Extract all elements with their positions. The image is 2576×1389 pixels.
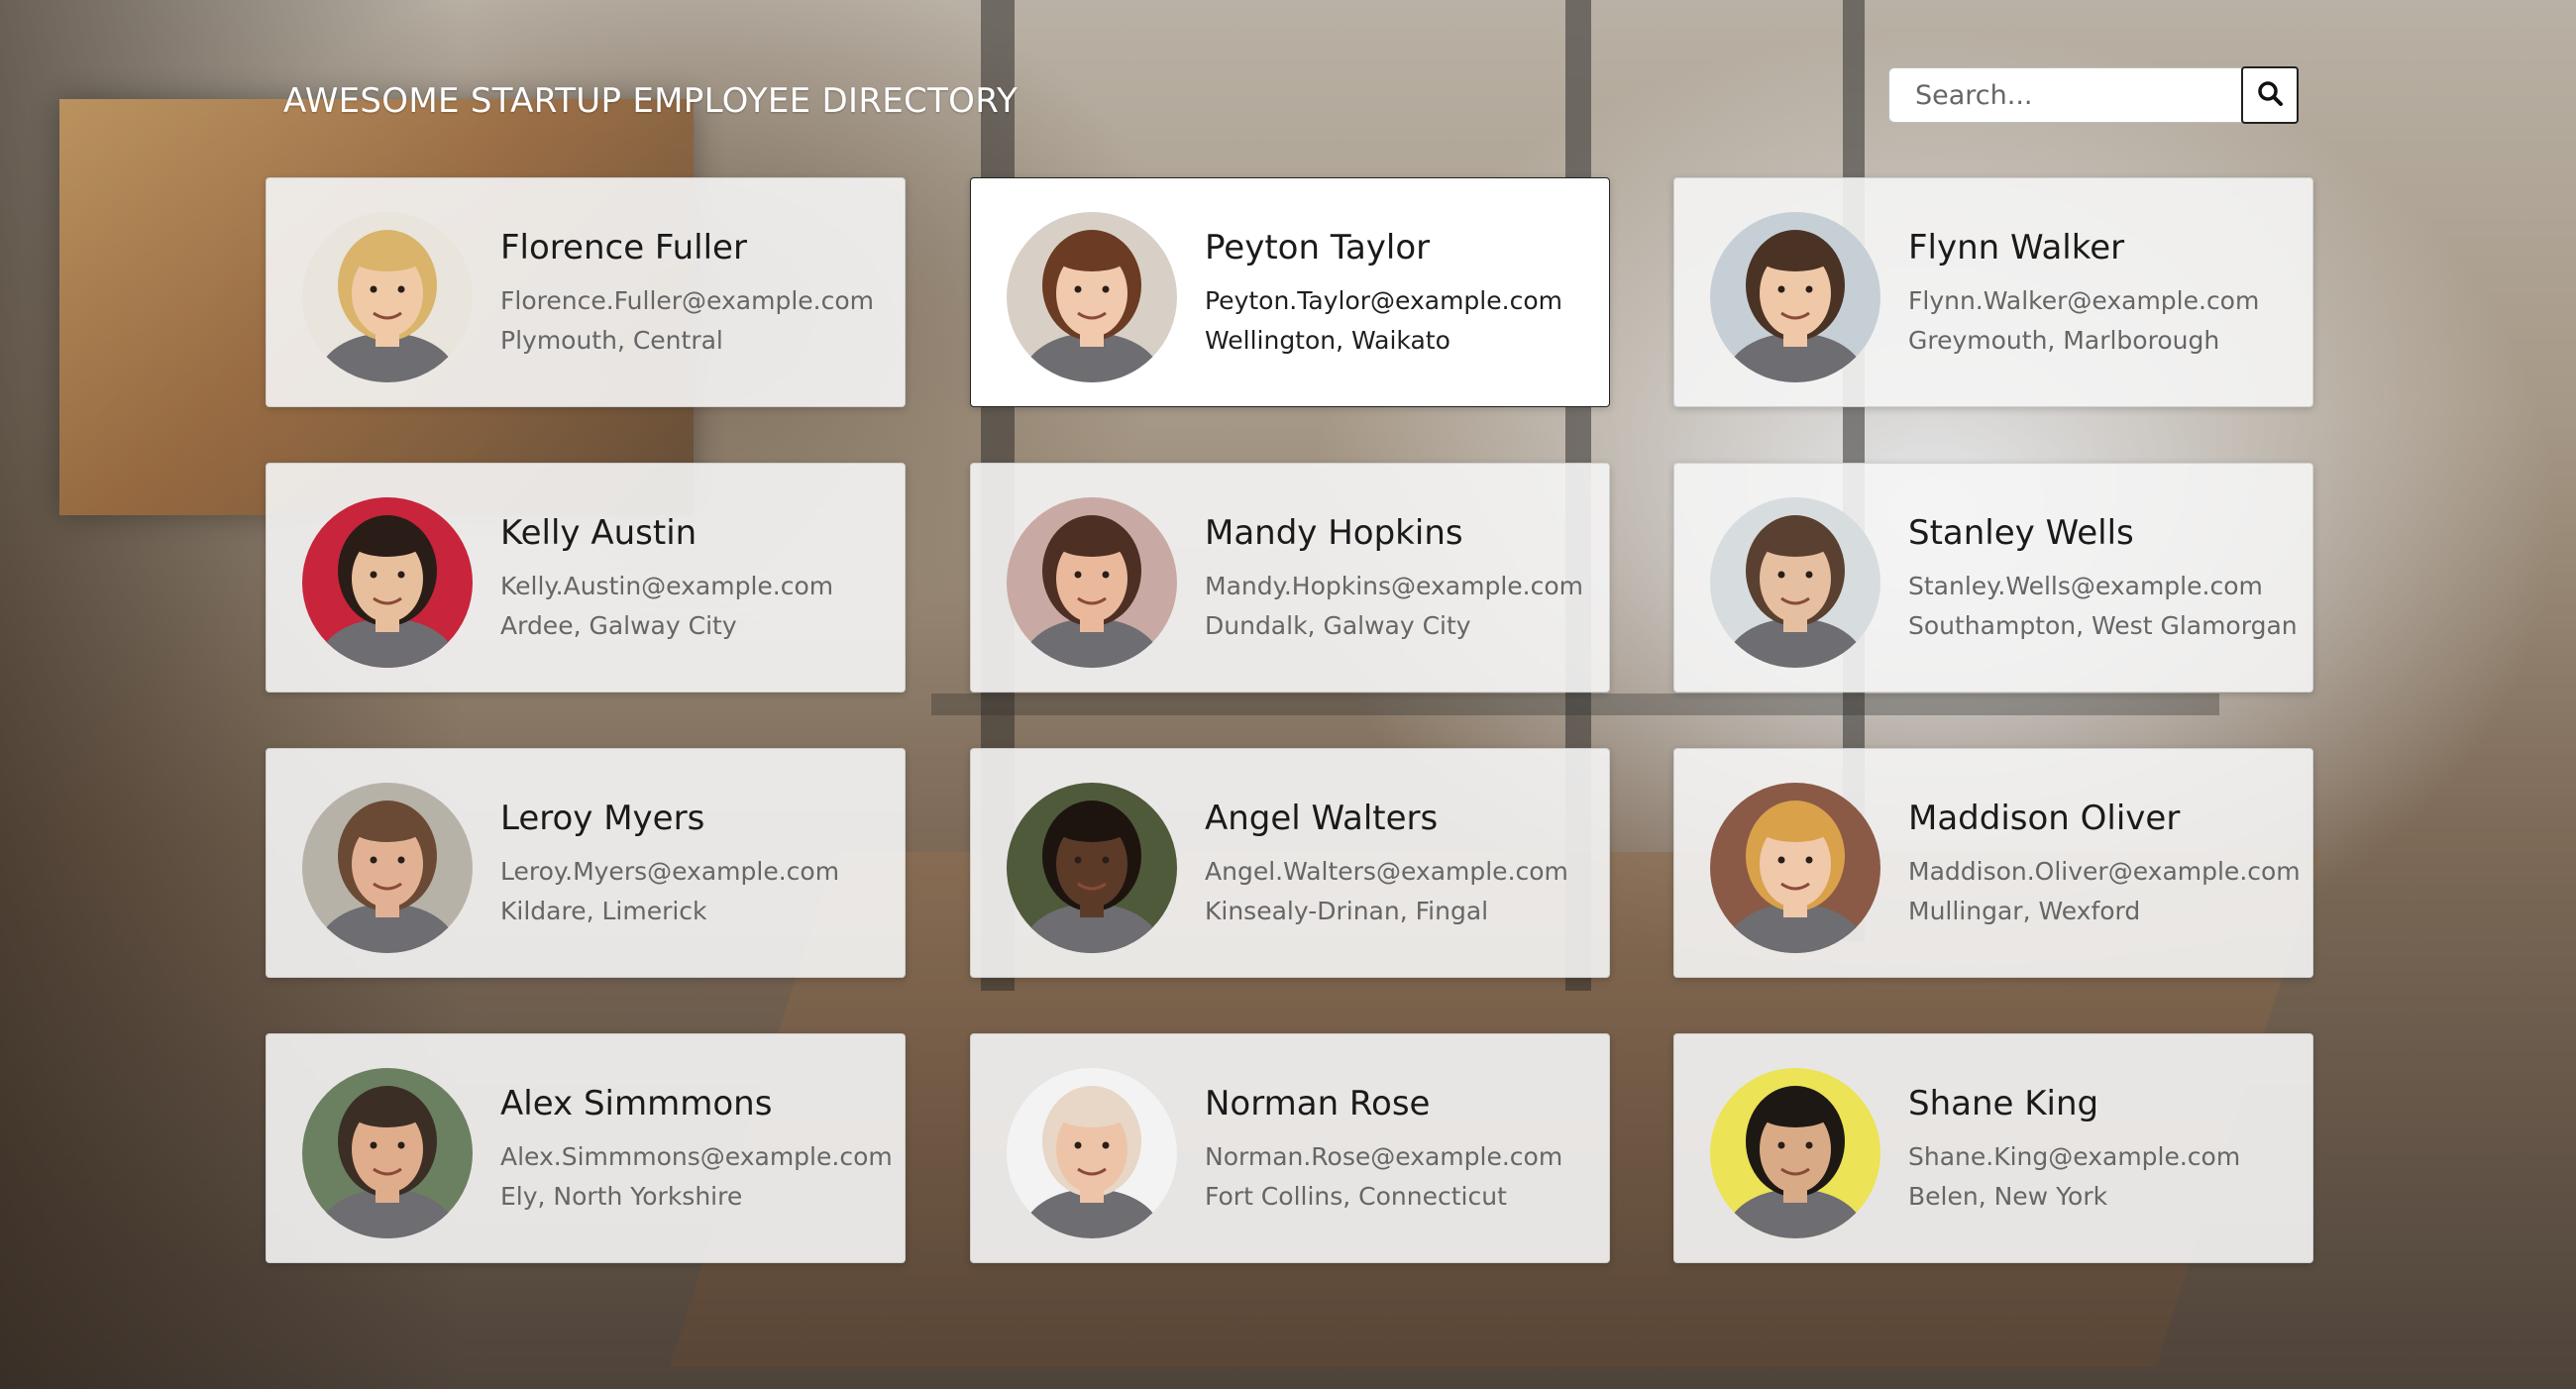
avatar [302, 212, 473, 382]
employee-location: Ardee, Galway City [500, 611, 737, 640]
employee-email: Peyton.Taylor@example.com [1205, 286, 1562, 315]
avatar [1007, 497, 1177, 668]
employee-location: Southampton, West Glamorgan [1908, 611, 2298, 640]
avatar [1710, 1068, 1880, 1238]
employee-info: Florence Fuller Florence.Fuller@example.c… [500, 228, 874, 361]
employee-info: Alex Simmmons Alex.Simmmons@example.com El… [500, 1084, 893, 1217]
employee-info: Maddison Oliver Maddison.Oliver@example.c… [1908, 799, 2301, 931]
employee-location: Wellington, Waikato [1205, 326, 1450, 355]
employee-location: Plymouth, Central [500, 326, 723, 355]
employee-card[interactable]: Angel Walters Angel.Walters@example.com Ki… [970, 748, 1610, 978]
employee-email: Angel.Walters@example.com [1205, 857, 1568, 886]
employee-info: Leroy Myers Leroy.Myers@example.com Kildar… [500, 799, 839, 931]
employee-location: Greymouth, Marlborough [1908, 326, 2220, 355]
background-window-frame [931, 694, 2219, 715]
employee-name: Maddison Oliver [1908, 799, 2181, 838]
employee-info: Flynn Walker Flynn.Walker@example.com Grey… [1908, 228, 2259, 361]
avatar [302, 497, 473, 668]
employee-name: Alex Simmmons [500, 1084, 773, 1123]
employee-name: Stanley Wells [1908, 513, 2134, 553]
employee-card[interactable]: Maddison Oliver Maddison.Oliver@example.c… [1673, 748, 2313, 978]
search-icon [2256, 79, 2284, 111]
employee-card[interactable]: Leroy Myers Leroy.Myers@example.com Kildar… [266, 748, 906, 978]
employee-card[interactable]: Shane King Shane.King@example.com Belen, N… [1673, 1033, 2313, 1263]
employee-card[interactable]: Mandy Hopkins Mandy.Hopkins@example.com Du… [970, 463, 1610, 693]
employee-name: Florence Fuller [500, 228, 747, 267]
employee-email: Leroy.Myers@example.com [500, 857, 840, 886]
avatar [302, 1068, 473, 1238]
employee-email: Kelly.Austin@example.com [500, 572, 834, 600]
search-form [1888, 66, 2299, 125]
avatar [1710, 497, 1880, 668]
search-input[interactable] [1888, 67, 2241, 123]
employee-card[interactable]: Flynn Walker Flynn.Walker@example.com Grey… [1673, 177, 2313, 407]
avatar [1007, 212, 1177, 382]
employee-location: Mullingar, Wexford [1908, 897, 2141, 925]
employee-name: Leroy Myers [500, 799, 705, 838]
avatar [302, 783, 473, 953]
employee-info: Norman Rose Norman.Rose@example.com Fort C… [1205, 1084, 1562, 1217]
employee-name: Mandy Hopkins [1205, 513, 1463, 553]
employee-name: Peyton Taylor [1205, 228, 1431, 267]
employee-email: Maddison.Oliver@example.com [1908, 857, 2301, 886]
page-title: AWESOME STARTUP EMPLOYEE DIRECTORY [283, 81, 1019, 121]
employee-email: Flynn.Walker@example.com [1908, 286, 2260, 315]
employee-card[interactable]: Kelly Austin Kelly.Austin@example.com Arde… [266, 463, 906, 693]
employee-email: Shane.King@example.com [1908, 1142, 2241, 1171]
employee-name: Angel Walters [1205, 799, 1439, 838]
employee-location: Belen, New York [1908, 1182, 2108, 1211]
employee-info: Stanley Wells Stanley.Wells@example.com So… [1908, 513, 2298, 646]
employee-card[interactable]: Stanley Wells Stanley.Wells@example.com So… [1673, 463, 2313, 693]
employee-info: Peyton Taylor Peyton.Taylor@example.com We… [1205, 228, 1562, 361]
employee-info: Angel Walters Angel.Walters@example.com Ki… [1205, 799, 1568, 931]
employee-info: Kelly Austin Kelly.Austin@example.com Arde… [500, 513, 833, 646]
employee-card[interactable]: Peyton Taylor Peyton.Taylor@example.com We… [970, 177, 1610, 407]
avatar [1710, 783, 1880, 953]
employee-info: Mandy Hopkins Mandy.Hopkins@example.com Du… [1205, 513, 1583, 646]
employee-location: Kinsealy-Drinan, Fingal [1205, 897, 1489, 925]
employee-email: Alex.Simmmons@example.com [500, 1142, 893, 1171]
employee-card[interactable]: Florence Fuller Florence.Fuller@example.c… [266, 177, 906, 407]
avatar [1007, 1068, 1177, 1238]
search-button[interactable] [2241, 66, 2299, 124]
employee-location: Kildare, Limerick [500, 897, 707, 925]
employee-name: Flynn Walker [1908, 228, 2125, 267]
employee-location: Dundalk, Galway City [1205, 611, 1471, 640]
employee-location: Ely, North Yorkshire [500, 1182, 743, 1211]
employee-email: Mandy.Hopkins@example.com [1205, 572, 1583, 600]
employee-name: Norman Rose [1205, 1084, 1431, 1123]
employee-name: Kelly Austin [500, 513, 698, 553]
employee-email: Stanley.Wells@example.com [1908, 572, 2263, 600]
employee-card[interactable]: Norman Rose Norman.Rose@example.com Fort C… [970, 1033, 1610, 1263]
employee-name: Shane King [1908, 1084, 2099, 1123]
employee-location: Fort Collins, Connecticut [1205, 1182, 1507, 1211]
employee-email: Norman.Rose@example.com [1205, 1142, 1563, 1171]
employee-card[interactable]: Alex Simmmons Alex.Simmmons@example.com El… [266, 1033, 906, 1263]
employee-email: Florence.Fuller@example.com [500, 286, 875, 315]
avatar [1710, 212, 1880, 382]
avatar [1007, 783, 1177, 953]
employee-info: Shane King Shane.King@example.com Belen, N… [1908, 1084, 2240, 1217]
